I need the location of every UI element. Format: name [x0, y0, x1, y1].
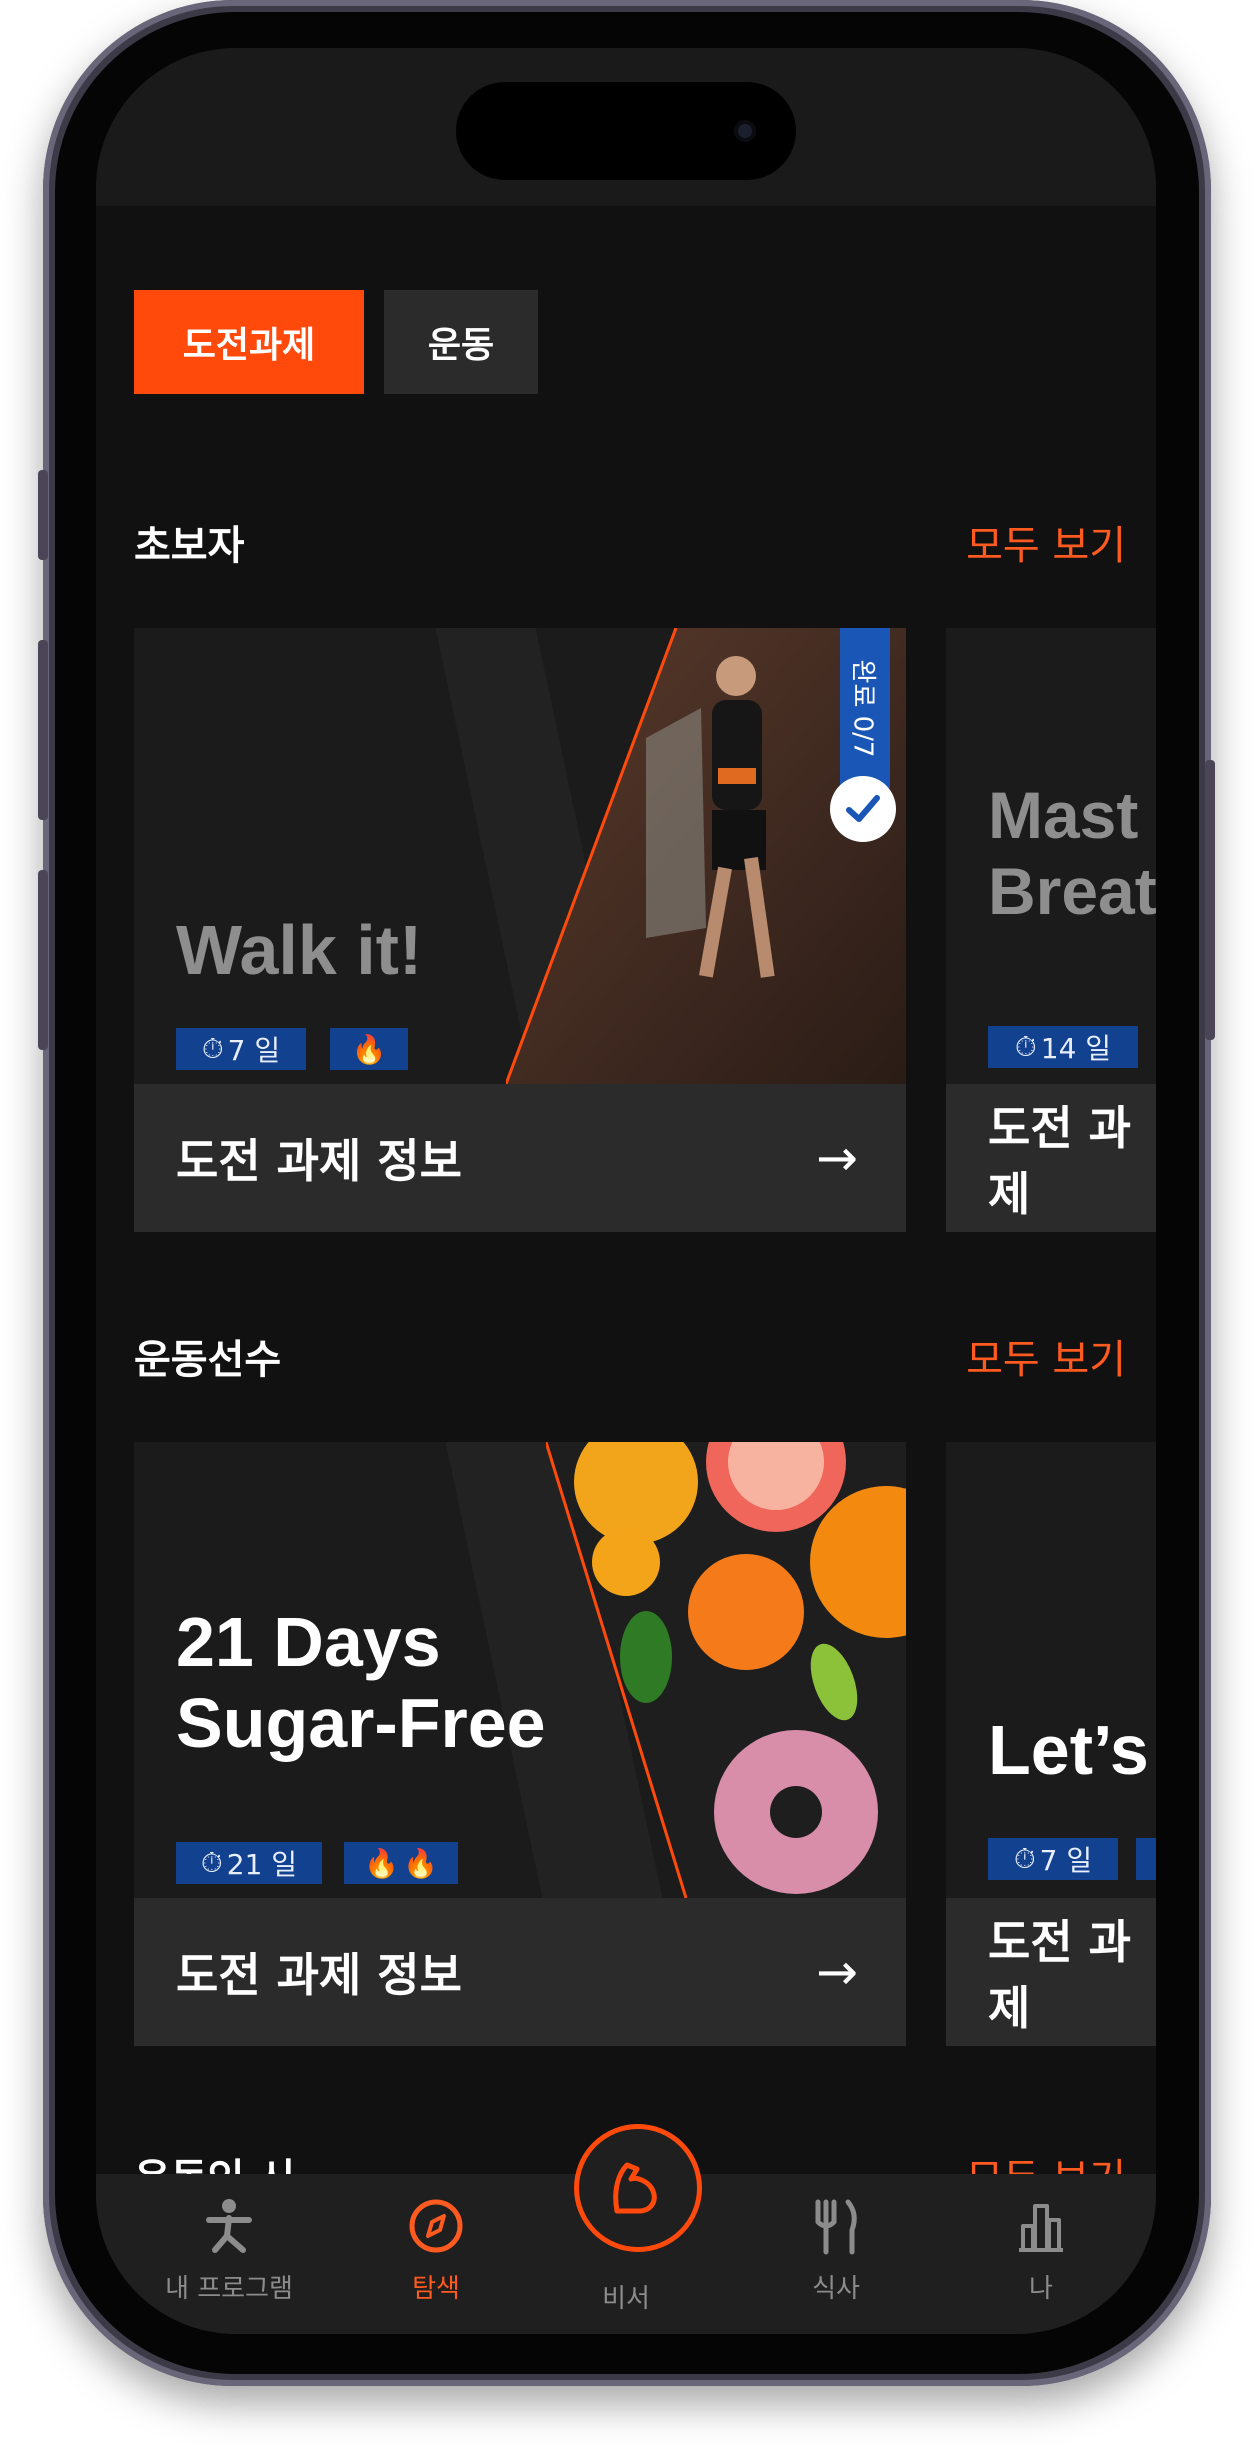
duration-text: 21 일 [226, 1848, 298, 1881]
see-all-link[interactable]: 모두 보기 [966, 513, 1126, 571]
segment-tabs: 도전과제 운동 [134, 290, 538, 394]
card-title-line: 21 Days [176, 1603, 441, 1681]
arrow-right-icon: → [816, 1129, 858, 1187]
intensity-pill: 🔥 [330, 1028, 408, 1070]
info-label: 도전 과제 [988, 1101, 1131, 1221]
intensity-pill: 🔥 🔥 [344, 1842, 458, 1884]
info-label: 도전 과제 [988, 1915, 1131, 2035]
challenge-card[interactable]: Mast Breat ⏱ 14 일 도전 과제 [946, 628, 1156, 1232]
progress-text: 완료 0/7 [847, 659, 878, 757]
bottom-navigation: 내 프로그램 탐색 비서 식사 나 [96, 2124, 1156, 2334]
card-title-line: Walk it! [176, 911, 423, 989]
fork-knife-icon [815, 2199, 857, 2255]
nav-label: 내 프로그램 [165, 2274, 293, 2304]
section-title: 초보자 [134, 523, 245, 569]
intensity-pill [1136, 1838, 1156, 1880]
app-screen: 도전과제 운동 초보자 모두 보기 완료 0/7 Walk it! ⏱ 7 일 … [96, 48, 1156, 2334]
challenge-info-button[interactable]: 도전 과제 [946, 1084, 1156, 1232]
card-title-line: Breat [988, 853, 1156, 928]
info-label: 도전 과제 정보 [176, 1134, 462, 1188]
challenge-info-button[interactable]: 도전 과제 정보 → [134, 1898, 906, 2046]
info-label: 도전 과제 정보 [176, 1948, 462, 2002]
flame-icon: 🔥 [351, 1032, 387, 1066]
duration-pill: ⏱ 7 일 [176, 1028, 306, 1070]
nav-label: 탐색 [412, 2274, 460, 2304]
section-header-beginner: 초보자 모두 보기 [134, 512, 1126, 572]
duration-pill: ⏱ 14 일 [988, 1026, 1138, 1068]
arm-flex-icon [613, 2162, 657, 2214]
card-title-line: Let’s [988, 1711, 1149, 1789]
card-photo [544, 1442, 906, 1899]
assistant-button[interactable] [574, 2124, 702, 2252]
tab-workouts[interactable]: 운동 [384, 290, 538, 394]
see-all-link[interactable]: 모두 보기 [966, 1327, 1126, 1385]
card-title-line: Mast [988, 778, 1139, 852]
progress-badge: 완료 0/7 [840, 628, 890, 788]
nav-item-assistant[interactable]: 비서 [541, 2270, 711, 2315]
dynamic-island [456, 82, 796, 180]
power-button [1205, 760, 1215, 1040]
camera-icon [734, 120, 756, 142]
volume-down-button [38, 870, 48, 1050]
card-title: Mast Breat [988, 778, 1156, 930]
card-title: 21 Days Sugar-Free [176, 1602, 546, 1763]
challenge-info-button[interactable]: 도전 과제 정보 → [134, 1084, 906, 1232]
flame-icon: 🔥 [403, 1846, 438, 1880]
duration-text: 7 일 [227, 1034, 281, 1067]
tab-challenges[interactable]: 도전과제 [134, 290, 364, 394]
nav-item-my-program[interactable]: 내 프로그램 [144, 2196, 314, 2305]
duration-pill: ⏱ 21 일 [176, 1842, 322, 1884]
challenge-card[interactable]: 완료 0/7 Walk it! ⏱ 7 일 🔥 도전 과제 정보 → [134, 628, 906, 1232]
nav-item-meals[interactable]: 식사 [751, 2196, 921, 2305]
duration-text: 7 일 [1039, 1844, 1093, 1877]
card-title: Walk it! [176, 910, 422, 991]
duration-pill: ⏱ 7 일 [988, 1838, 1118, 1880]
stopwatch-icon: ⏱ [1014, 1030, 1037, 1063]
nav-label: 나 [1029, 2274, 1053, 2304]
arrow-right-icon: → [816, 1943, 858, 2001]
challenge-card[interactable]: Let’s ⏱ 7 일 도전 과제 [946, 1442, 1156, 2046]
challenge-card[interactable]: 21 Days Sugar-Free ⏱ 21 일 🔥 🔥 도전 과제 정보 → [134, 1442, 906, 2046]
flame-icon: 🔥 [364, 1846, 399, 1880]
section-header-athlete: 운동선수 모두 보기 [134, 1326, 1126, 1386]
stopwatch-icon: ⏱ [200, 1846, 223, 1879]
stopwatch-icon: ⏱ [1013, 1842, 1036, 1875]
card-title-line: Sugar-Free [176, 1683, 546, 1762]
challenge-info-button[interactable]: 도전 과제 [946, 1898, 1156, 2046]
card-title: Let’s [988, 1710, 1149, 1791]
nav-label: 식사 [812, 2274, 860, 2304]
section-title: 운동선수 [134, 1337, 282, 1383]
volume-up-button [38, 640, 48, 820]
runner-icon [206, 2199, 252, 2253]
nav-label: 비서 [602, 2284, 650, 2314]
nav-item-explore[interactable]: 탐색 [351, 2196, 521, 2305]
checkmark-icon [830, 776, 896, 842]
stopwatch-icon: ⏱ [201, 1032, 224, 1065]
compass-icon [409, 2199, 463, 2253]
duration-text: 14 일 [1040, 1032, 1112, 1065]
bar-chart-icon [1019, 2204, 1063, 2252]
nav-item-me[interactable]: 나 [956, 2196, 1126, 2305]
mute-switch [38, 470, 48, 560]
